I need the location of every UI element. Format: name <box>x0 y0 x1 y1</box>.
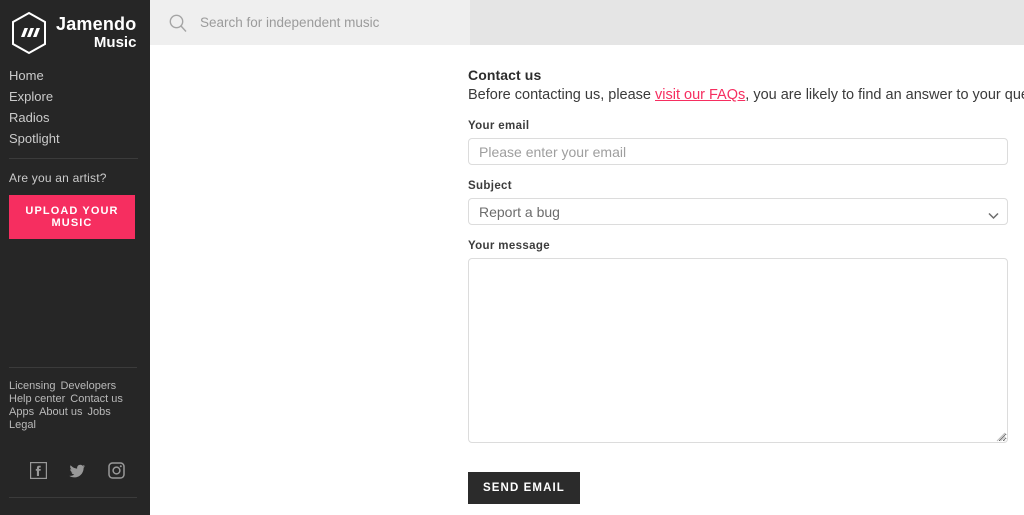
instagram-icon[interactable] <box>108 462 125 479</box>
facebook-icon[interactable] <box>29 461 48 480</box>
jamendo-contact-page: Jamendo Music Home Explore Radios Spotli… <box>0 0 1024 515</box>
upload-your-music-button[interactable]: UPLOAD YOUR MUSIC <box>9 195 135 239</box>
email-input[interactable] <box>468 138 1008 165</box>
sidebar-divider-footer-top <box>9 367 137 368</box>
brand-logo-link[interactable]: Jamendo Music <box>0 0 150 56</box>
message-label: Your message <box>468 240 550 252</box>
send-email-button[interactable]: SEND EMAIL <box>468 472 580 504</box>
sidebar: Jamendo Music Home Explore Radios Spotli… <box>0 0 150 515</box>
sidebar-item-radios[interactable]: Radios <box>0 107 150 128</box>
contact-form: Contact us Before contacting us, please … <box>468 67 1024 504</box>
sidebar-item-spotlight[interactable]: Spotlight <box>0 128 150 149</box>
search-input[interactable] <box>200 15 450 30</box>
sidebar-nav: Home Explore Radios Spotlight <box>0 65 150 149</box>
subject-label: Subject <box>468 180 512 192</box>
subject-select-wrap: Report a bug <box>468 198 1008 225</box>
page-title: Contact us <box>468 67 542 83</box>
message-field-group: Your message <box>468 240 1008 443</box>
intro-text: Before contacting us, please visit our F… <box>468 86 1024 104</box>
footer-link-apps[interactable]: Apps <box>9 406 34 418</box>
sidebar-item-home[interactable]: Home <box>0 65 150 86</box>
main-content: Contact us Before contacting us, please … <box>150 0 1024 515</box>
message-textarea-wrap <box>468 258 1008 443</box>
footer-link-contact-us[interactable]: Contact us <box>70 393 123 405</box>
brand-text: Jamendo Music <box>56 13 137 51</box>
faq-link[interactable]: visit our FAQs <box>655 87 745 103</box>
subject-select[interactable]: Report a bug <box>468 198 1008 225</box>
social-links <box>29 461 125 480</box>
artist-block: Are you an artist? UPLOAD YOUR MUSIC <box>0 159 150 239</box>
sidebar-footer-links: Licensing Developers Help center Contact u… <box>9 380 149 432</box>
search-icon <box>168 13 188 33</box>
footer-link-licensing[interactable]: Licensing <box>9 380 55 392</box>
message-textarea[interactable] <box>468 258 1008 443</box>
sidebar-divider-bottom <box>9 497 137 498</box>
footer-link-help-center[interactable]: Help center <box>9 393 65 405</box>
hexagon-soundwave-logo-icon <box>8 10 50 56</box>
footer-link-about-us[interactable]: About us <box>39 406 82 418</box>
top-bar <box>150 0 1024 45</box>
footer-link-legal[interactable]: Legal <box>9 419 36 431</box>
subject-field-group: Subject Report a bug <box>468 180 1008 225</box>
email-label: Your email <box>468 120 530 132</box>
brand-name: Jamendo <box>56 13 137 34</box>
artist-question: Are you an artist? <box>9 171 107 185</box>
email-field-group: Your email <box>468 120 1008 165</box>
intro-text-before: Before contacting us, please <box>468 87 656 103</box>
twitter-icon[interactable] <box>69 462 86 479</box>
intro-text-after: , you are likely to find an answer to yo… <box>745 87 1024 103</box>
sidebar-item-explore[interactable]: Explore <box>0 86 150 107</box>
brand-subtitle: Music <box>93 33 137 51</box>
search-bar[interactable] <box>150 0 470 45</box>
footer-link-developers[interactable]: Developers <box>60 380 116 392</box>
footer-link-jobs[interactable]: Jobs <box>88 406 111 418</box>
